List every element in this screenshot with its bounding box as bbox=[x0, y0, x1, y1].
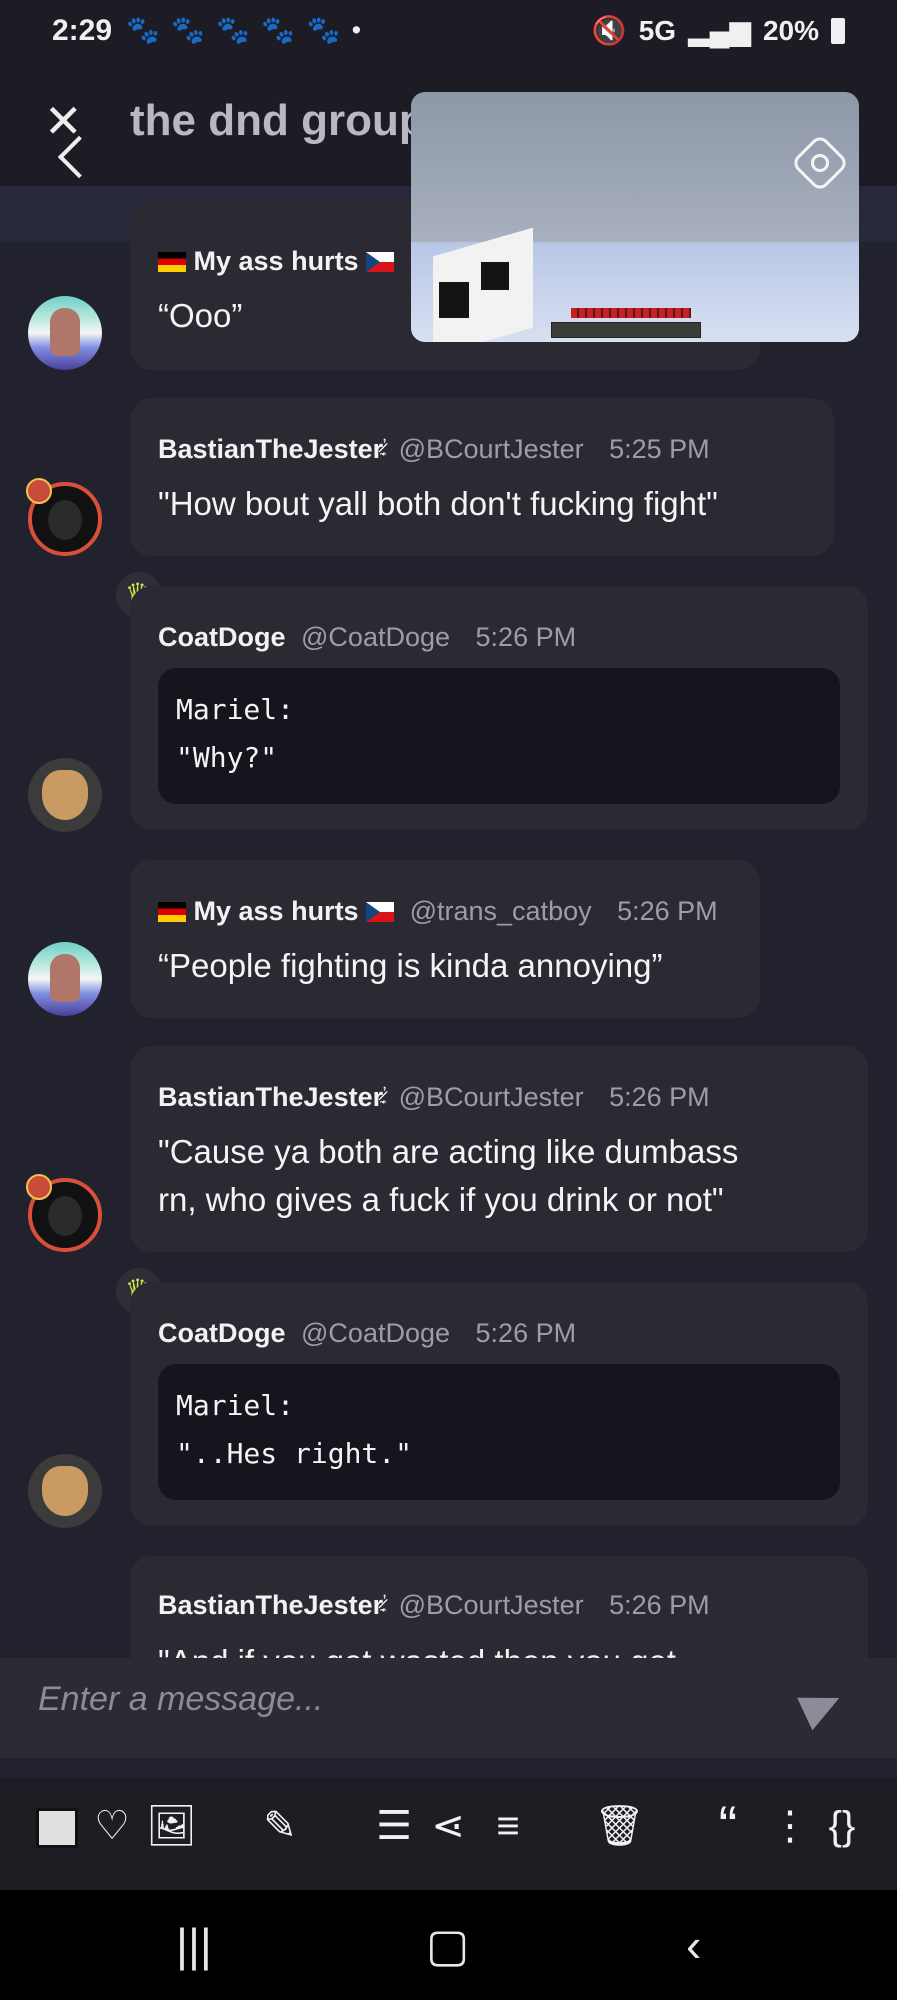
message-meta: BastianTheJester̷̛͔̼ @BCourtJester 5:26 … bbox=[158, 1590, 710, 1621]
code-icon[interactable]: {} bbox=[816, 1796, 868, 1856]
message-text: "How bout yall both don't fucking fight" bbox=[158, 485, 718, 522]
video-block-shadow bbox=[439, 282, 469, 318]
message-time: 5:26 PM bbox=[475, 1318, 577, 1348]
czech-flag-icon bbox=[366, 902, 395, 922]
status-time: 2:29 bbox=[52, 14, 113, 47]
author-handle[interactable]: @BCourtJester bbox=[399, 434, 584, 464]
notification-icons: 🐾 🐾 🐾 🐾 🐾 • bbox=[126, 15, 364, 45]
battery-icon bbox=[831, 17, 845, 44]
message-bubble[interactable]: My ass hurts @trans_catboy 5:26 PM “Peop… bbox=[130, 860, 760, 1018]
author-handle[interactable]: @trans_catboy bbox=[410, 896, 592, 926]
author-name[interactable]: My ass hurts bbox=[194, 246, 359, 276]
rotate-icon-center bbox=[811, 154, 829, 172]
message-bubble[interactable]: BastianTheJester̷̛͔̼ @BCourtJester 5:25 … bbox=[130, 398, 834, 556]
author-handle[interactable]: @BCourtJester bbox=[399, 1590, 584, 1620]
author-name[interactable]: BastianTheJester bbox=[158, 1590, 383, 1620]
message-input[interactable]: Enter a message... bbox=[38, 1680, 323, 1719]
jester-badge-icon bbox=[26, 1174, 52, 1200]
message-time: 5:25 PM bbox=[609, 434, 710, 464]
author-name[interactable]: CoatDoge bbox=[158, 1318, 286, 1348]
author-name[interactable]: BastianTheJester bbox=[158, 434, 383, 464]
message-meta: BastianTheJester̷̛͔̼ @BCourtJester 5:25 … bbox=[158, 434, 710, 465]
germany-flag-icon bbox=[158, 252, 186, 272]
back-nav-icon[interactable]: ‹ bbox=[686, 1918, 701, 1972]
message-bubble[interactable]: BastianTheJester̷̛͔̼ @BCourtJester 5:26 … bbox=[130, 1046, 868, 1252]
message-meta: My ass hurts bbox=[158, 246, 395, 277]
quote-icon[interactable]: “ bbox=[706, 1796, 750, 1856]
message-time: 5:26 PM bbox=[475, 622, 577, 652]
numbered-list-icon[interactable]: ≡ bbox=[484, 1796, 532, 1856]
message-time: 5:26 PM bbox=[609, 1590, 710, 1620]
author-handle[interactable]: @BCourtJester bbox=[399, 1082, 584, 1112]
message-text-line: rn, who gives a fuck if you drink or not… bbox=[158, 1181, 724, 1218]
avatar[interactable] bbox=[28, 758, 102, 832]
battery-level: 20% bbox=[762, 14, 819, 46]
home-icon[interactable]: ▢ bbox=[426, 1918, 469, 1972]
message-meta: CoatDoge @CoatDoge 5:26 PM bbox=[158, 1318, 576, 1349]
bullet-list-icon[interactable]: ☰ bbox=[370, 1796, 418, 1856]
code-line: "Why?" bbox=[176, 741, 278, 774]
message-text-line: "Cause ya both are acting like dumbass bbox=[158, 1133, 739, 1170]
avatar[interactable] bbox=[28, 1454, 102, 1528]
message-time: 5:26 PM bbox=[617, 896, 718, 926]
code-line: "..Hes right." bbox=[176, 1437, 413, 1470]
heart-icon[interactable]: ♡ bbox=[88, 1796, 136, 1856]
germany-flag-icon bbox=[158, 902, 186, 922]
share-icon[interactable]: ⋖ bbox=[428, 1796, 468, 1856]
video-health-bar bbox=[571, 308, 691, 318]
spoiler-icon[interactable] bbox=[36, 1796, 78, 1856]
send-icon[interactable] bbox=[797, 1681, 847, 1731]
code-block: Mariel: "..Hes right." bbox=[158, 1364, 840, 1500]
network-type: 5G bbox=[638, 14, 677, 46]
signal-icon: ▂▄▆ bbox=[688, 15, 751, 46]
message-meta: CoatDoge @CoatDoge 5:26 PM bbox=[158, 622, 576, 653]
avatar[interactable] bbox=[28, 296, 102, 370]
jester-badge-icon bbox=[26, 478, 52, 504]
edit-icon[interactable]: ✎ bbox=[256, 1796, 304, 1856]
trash-icon[interactable]: 🗑 bbox=[594, 1796, 645, 1856]
avatar[interactable] bbox=[28, 942, 102, 1016]
picture-in-picture-video[interactable] bbox=[411, 92, 859, 342]
message-text: “Ooo” bbox=[158, 297, 243, 334]
author-name[interactable]: My ass hurts bbox=[194, 896, 359, 926]
system-navigation-bar: ||| ▢ ‹ bbox=[0, 1890, 897, 2000]
message-text: “People fighting is kinda annoying” bbox=[158, 947, 663, 984]
recent-apps-icon[interactable]: ||| bbox=[176, 1918, 212, 1972]
mute-icon: 🔇 bbox=[591, 15, 627, 46]
message-composer: Enter a message... bbox=[0, 1658, 897, 1758]
more-icon[interactable]: ⋮ bbox=[770, 1796, 810, 1856]
code-line: Mariel: bbox=[176, 1389, 295, 1422]
status-right: 🔇 5G ▂▄▆ 20% bbox=[592, 14, 845, 47]
code-line: Mariel: bbox=[176, 693, 295, 726]
status-bar: 2:29 🐾 🐾 🐾 🐾 🐾 • 🔇 5G ▂▄▆ 20% bbox=[0, 0, 897, 62]
video-block-shadow bbox=[481, 262, 509, 290]
author-handle[interactable]: @CoatDoge bbox=[301, 622, 450, 652]
video-hotbar bbox=[551, 322, 701, 338]
message-meta: BastianTheJester̷̛͔̼ @BCourtJester 5:26 … bbox=[158, 1082, 710, 1113]
author-name[interactable]: BastianTheJester bbox=[158, 1082, 383, 1112]
message-time: 5:26 PM bbox=[609, 1082, 710, 1112]
author-handle[interactable]: @CoatDoge bbox=[301, 1318, 450, 1348]
formatting-toolbar: ♡ 🖼 ✎ ☰ ⋖ ≡ 🗑 “ ⋮ {} bbox=[0, 1778, 897, 1890]
image-icon[interactable]: 🖼 bbox=[146, 1796, 197, 1856]
author-name[interactable]: CoatDoge bbox=[158, 622, 286, 652]
message-bubble[interactable]: CoatDoge @CoatDoge 5:26 PM Mariel: "Why?… bbox=[130, 586, 868, 830]
message-meta: My ass hurts @trans_catboy 5:26 PM bbox=[158, 896, 718, 927]
message-bubble[interactable]: CoatDoge @CoatDoge 5:26 PM Mariel: "..He… bbox=[130, 1282, 868, 1526]
chat-title: the dnd group bbox=[130, 96, 426, 145]
czech-flag-icon bbox=[366, 252, 395, 272]
code-block: Mariel: "Why?" bbox=[158, 668, 840, 804]
